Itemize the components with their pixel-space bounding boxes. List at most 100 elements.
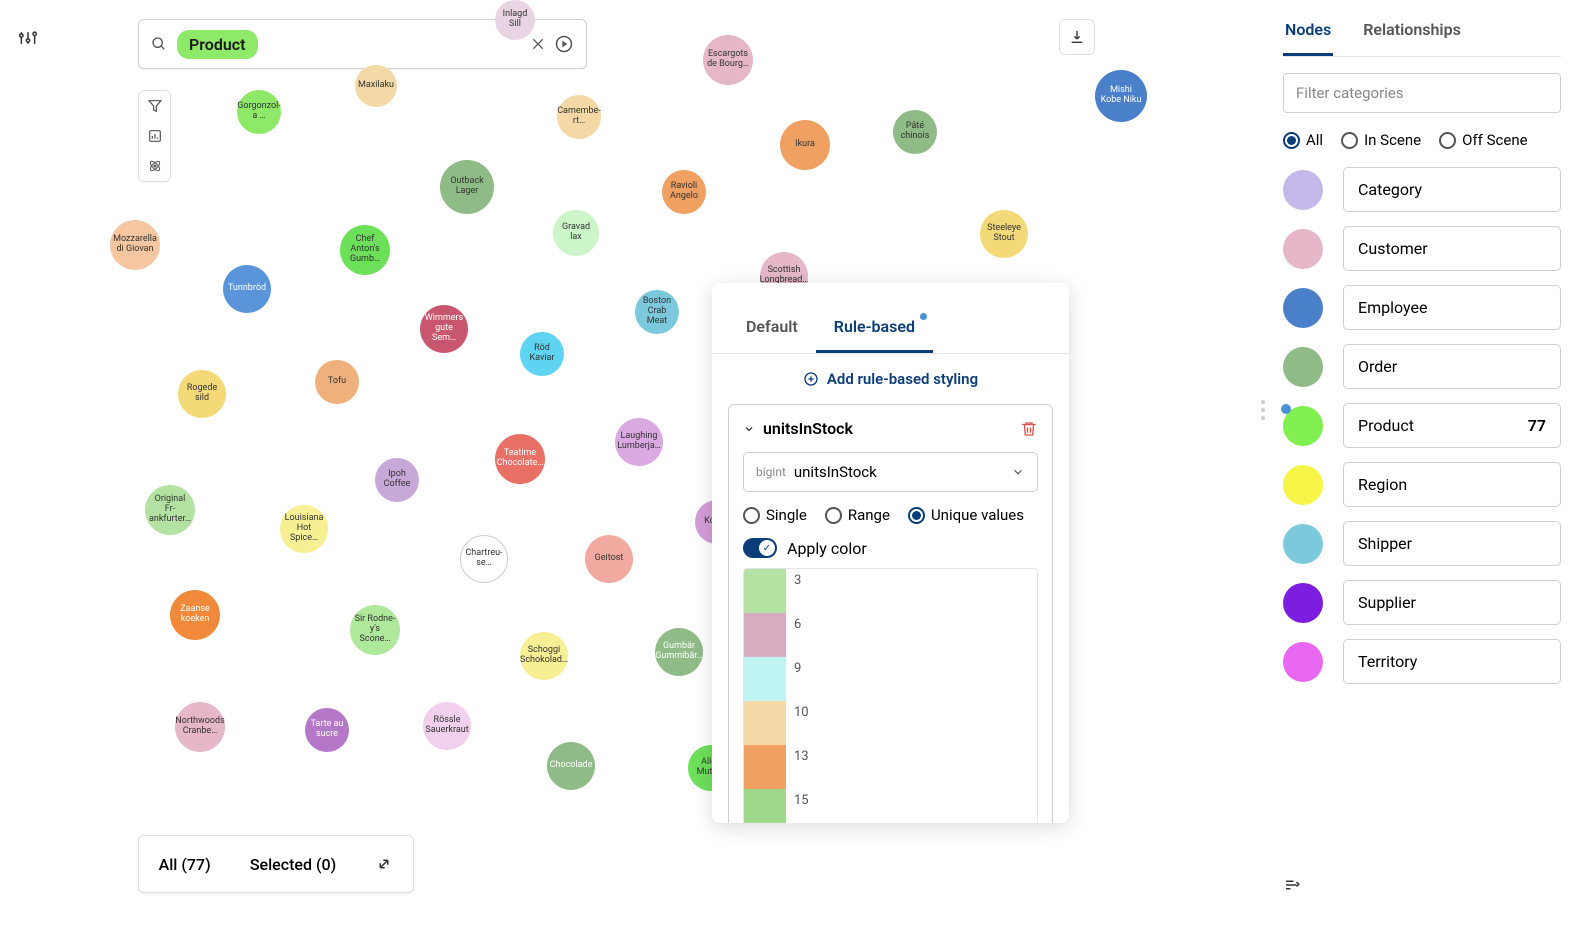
graph-node[interactable]: Sir Rodne-y's Scone… [350, 605, 400, 655]
color-value-row[interactable]: 15 [744, 789, 1037, 823]
graph-node[interactable]: Mishi Kobe Niku [1095, 70, 1147, 122]
category-row: Territory [1283, 639, 1561, 684]
graph-node[interactable]: Röd Kaviar [520, 332, 564, 376]
category-box[interactable]: Product77 [1343, 403, 1561, 448]
graph-node[interactable]: Gumbär Gummibär… [655, 628, 703, 676]
download-button[interactable] [1059, 19, 1095, 55]
filter-categories-input[interactable] [1283, 73, 1561, 113]
chart-tool[interactable] [138, 121, 171, 151]
clear-icon[interactable] [530, 36, 546, 52]
graph-node[interactable]: Maxilaku [355, 65, 397, 107]
radio-range[interactable]: Range [825, 506, 890, 524]
settings-sliders-icon[interactable] [18, 28, 38, 48]
graph-node[interactable]: Rogede sild [178, 370, 226, 418]
radio-unique[interactable]: Unique values [908, 506, 1024, 524]
tab-relationships[interactable]: Relationships [1361, 10, 1463, 56]
graph-node[interactable]: Northwoods Cranbe… [175, 702, 225, 752]
category-row: Customer [1283, 226, 1561, 271]
color-value-row[interactable]: 13 [744, 745, 1037, 789]
category-color[interactable] [1283, 288, 1323, 328]
category-color[interactable] [1283, 406, 1323, 446]
category-box[interactable]: Territory [1343, 639, 1561, 684]
all-count[interactable]: All (77) [159, 855, 211, 874]
graph-node[interactable]: Geitost [585, 535, 633, 583]
category-row: Region [1283, 462, 1561, 507]
category-color[interactable] [1283, 642, 1323, 682]
graph-node[interactable]: Ikura [780, 120, 830, 170]
graph-node[interactable]: Tarte au sucre [305, 708, 349, 752]
graph-node[interactable]: Boston Crab Meat [635, 290, 679, 334]
graph-node[interactable]: Tofu [315, 360, 359, 404]
category-color[interactable] [1283, 583, 1323, 623]
panel-resize-handle[interactable] [1261, 400, 1265, 420]
category-box[interactable]: Order [1343, 344, 1561, 389]
graph-node[interactable]: Steeleye Stout [980, 210, 1028, 258]
color-swatch [744, 701, 786, 745]
category-color[interactable] [1283, 229, 1323, 269]
trash-icon[interactable] [1020, 420, 1038, 438]
selection-bar: All (77) Selected (0) [138, 835, 414, 893]
property-select[interactable]: bigint unitsInStock [743, 452, 1038, 492]
graph-node[interactable]: Ravioli Angelo [662, 170, 706, 214]
graph-node[interactable]: Gorgonzol-a … [237, 90, 281, 134]
graph-node[interactable]: Ipoh Coffee [375, 458, 419, 502]
atom-tool[interactable] [138, 151, 171, 181]
graph-node[interactable]: Inlagd Sill [495, 0, 535, 40]
graph-node[interactable]: Mozzarella di Giovan [110, 220, 160, 270]
category-color[interactable] [1283, 347, 1323, 387]
graph-node[interactable]: Escargots de Bourg… [703, 35, 753, 85]
tab-rule-based[interactable]: Rule-based [816, 303, 933, 353]
graph-node[interactable]: Gravad lax [553, 210, 599, 256]
run-icon[interactable] [554, 34, 574, 54]
graph-node[interactable]: Schoggi Schokolad… [520, 632, 568, 680]
graph-node[interactable]: Outback Lager [440, 160, 494, 214]
expand-icon[interactable] [375, 855, 393, 873]
category-color[interactable] [1283, 465, 1323, 505]
color-value: 6 [786, 613, 809, 636]
graph-node[interactable]: Chocolade [547, 742, 595, 790]
search-chip[interactable]: Product [177, 30, 258, 59]
category-box[interactable]: Category [1343, 167, 1561, 212]
category-box[interactable]: Supplier [1343, 580, 1561, 625]
chevron-down-icon[interactable] [743, 423, 755, 435]
color-value-row[interactable]: 3 [744, 569, 1037, 613]
graph-node[interactable]: Chef Anton's Gumb… [340, 225, 390, 275]
add-rule-button[interactable]: Add rule-based styling [712, 354, 1069, 404]
filter-tool[interactable] [138, 91, 171, 121]
graph-node[interactable]: Tunnbröd [223, 265, 271, 313]
color-swatch [744, 745, 786, 789]
tab-default[interactable]: Default [728, 303, 816, 353]
category-box[interactable]: Region [1343, 462, 1561, 507]
chevron-down-icon [1011, 465, 1025, 479]
graph-node[interactable]: Rössle Sauerkraut [423, 702, 471, 750]
graph-node[interactable]: Camembe-rt… [557, 95, 601, 139]
radio-scene-off[interactable]: Off Scene [1439, 131, 1527, 149]
graph-node[interactable]: Pâté chinois [893, 110, 937, 154]
category-row: Category [1283, 167, 1561, 212]
category-box[interactable]: Employee [1343, 285, 1561, 330]
radio-scene-in[interactable]: In Scene [1341, 131, 1421, 149]
tab-nodes[interactable]: Nodes [1283, 10, 1333, 56]
color-swatch [744, 613, 786, 657]
graph-node[interactable]: Zaanse koeken [170, 590, 220, 640]
category-color[interactable] [1283, 170, 1323, 210]
selected-count[interactable]: Selected (0) [250, 855, 336, 874]
sort-button[interactable] [1283, 876, 1301, 898]
color-value-row[interactable]: 6 [744, 613, 1037, 657]
category-box[interactable]: Customer [1343, 226, 1561, 271]
category-color[interactable] [1283, 524, 1323, 564]
color-value-row[interactable]: 10 [744, 701, 1037, 745]
radio-single[interactable]: Single [743, 506, 807, 524]
category-row: Product77 [1283, 403, 1561, 448]
graph-node[interactable]: Laughing Lumberja… [615, 418, 663, 466]
graph-node[interactable]: Wimmers gute Sem… [420, 305, 468, 353]
graph-node[interactable]: Teatime Chocolate… [495, 434, 545, 484]
category-row: Order [1283, 344, 1561, 389]
radio-scene-all[interactable]: All [1283, 131, 1323, 149]
category-box[interactable]: Shipper [1343, 521, 1561, 566]
graph-node[interactable]: Chartreu-se… [460, 535, 508, 583]
color-value-row[interactable]: 9 [744, 657, 1037, 701]
apply-color-toggle[interactable] [743, 538, 777, 558]
graph-node[interactable]: Louisiana Hot Spice… [280, 505, 328, 553]
graph-node[interactable]: Original Fr-ankfurter… [145, 485, 195, 535]
